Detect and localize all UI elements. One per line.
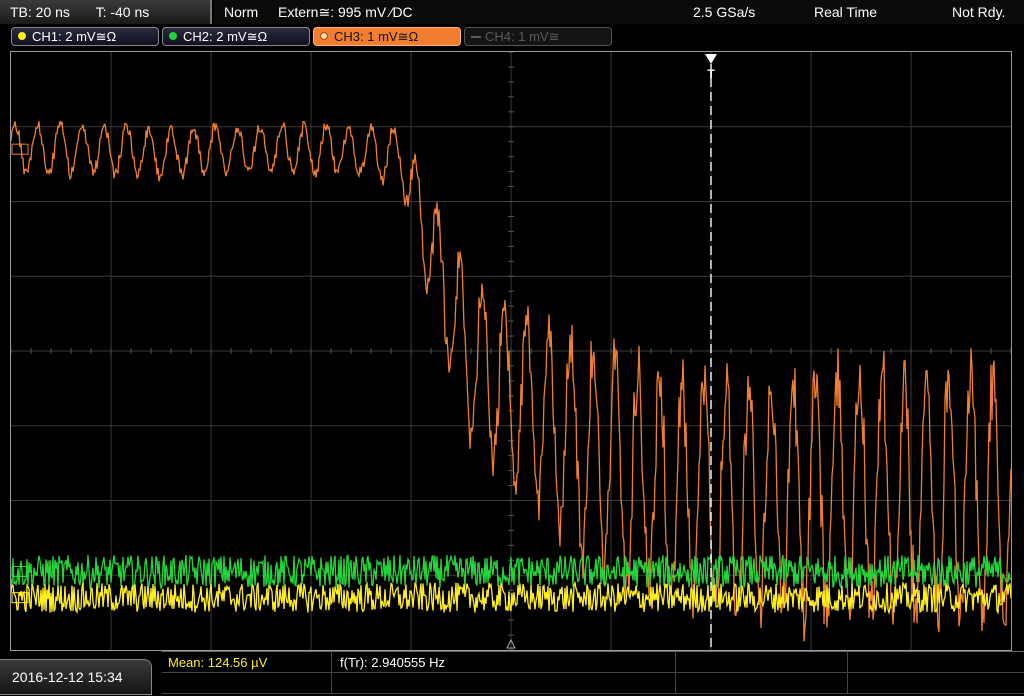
measurement-empty-cell[interactable] [848, 673, 1024, 694]
sample-rate: 2.5 GSa/s [693, 4, 756, 20]
measurement-freq-cell[interactable]: f(Tr): 2.940555 Hz [332, 652, 676, 673]
channel-3-label: CH3: 1 mV≅Ω [334, 29, 419, 44]
bottom-bar: 2016-12-12 15:34 Mean: 124.56 µV f(Tr): … [0, 651, 1024, 695]
trigger-status-panel[interactable]: Norm Extern≅: 995 mV ∕DC 2.5 GSa/s Real … [214, 0, 1024, 24]
measurement-table: Mean: 124.56 µV f(Tr): 2.940555 Hz [162, 651, 1024, 696]
timebase-value: TB: 20 ns [10, 4, 70, 20]
measurement-frequency: f(Tr): 2.940555 Hz [340, 655, 446, 670]
channel-tabs: CH1: 2 mV≅Ω CH2: 2 mV≅Ω CH3: 1 mV≅Ω CH4:… [0, 26, 1024, 48]
channel-2-label: CH2: 2 mV≅Ω [183, 29, 268, 44]
channel-4-tab[interactable]: CH4: 1 mV≅ [464, 27, 612, 46]
ready-state: Not Rdy. [952, 4, 1006, 20]
date-time-display: 2016-12-12 15:34 [0, 659, 152, 695]
measurement-mean: Mean: 124.56 µV [168, 655, 268, 670]
channel-4-label: CH4: 1 mV≅ [485, 29, 560, 44]
channel-3-color-dot [320, 32, 328, 40]
channel-1-tab[interactable]: CH1: 2 mV≅Ω [11, 27, 159, 46]
measurement-empty-cell[interactable] [332, 673, 676, 694]
status-bar: TB: 20 ns T: -40 ns Norm Extern≅: 995 mV… [0, 0, 1024, 24]
channel-3-tab[interactable]: CH3: 1 mV≅Ω [313, 27, 461, 46]
measurement-empty-cell[interactable] [162, 673, 332, 694]
trigger-marker-label: T [707, 67, 715, 81]
channel-1-label: CH1: 2 mV≅Ω [32, 29, 117, 44]
trigger-mode: Norm [224, 4, 259, 20]
measurement-empty-cell[interactable] [848, 652, 1024, 673]
waveform-svg: T [11, 52, 1011, 650]
trigger-time-value: T: -40 ns [95, 4, 150, 20]
channel-4-off-indicator [471, 36, 481, 38]
waveform-display[interactable]: T [10, 51, 1012, 651]
measurement-empty-cell[interactable] [676, 673, 848, 694]
channel-1-color-dot [18, 32, 26, 40]
channel-2-color-dot [169, 32, 177, 40]
trigger-arrow-icon [705, 54, 717, 64]
timebase-panel[interactable]: TB: 20 ns T: -40 ns [0, 0, 212, 24]
measurement-empty-cell[interactable] [676, 652, 848, 673]
acquisition-mode: Real Time [814, 4, 878, 20]
measurement-mean-cell[interactable]: Mean: 124.56 µV [162, 652, 332, 673]
trigger-source: Extern≅: 995 mV ∕DC [278, 4, 413, 20]
channel-2-tab[interactable]: CH2: 2 mV≅Ω [162, 27, 310, 46]
